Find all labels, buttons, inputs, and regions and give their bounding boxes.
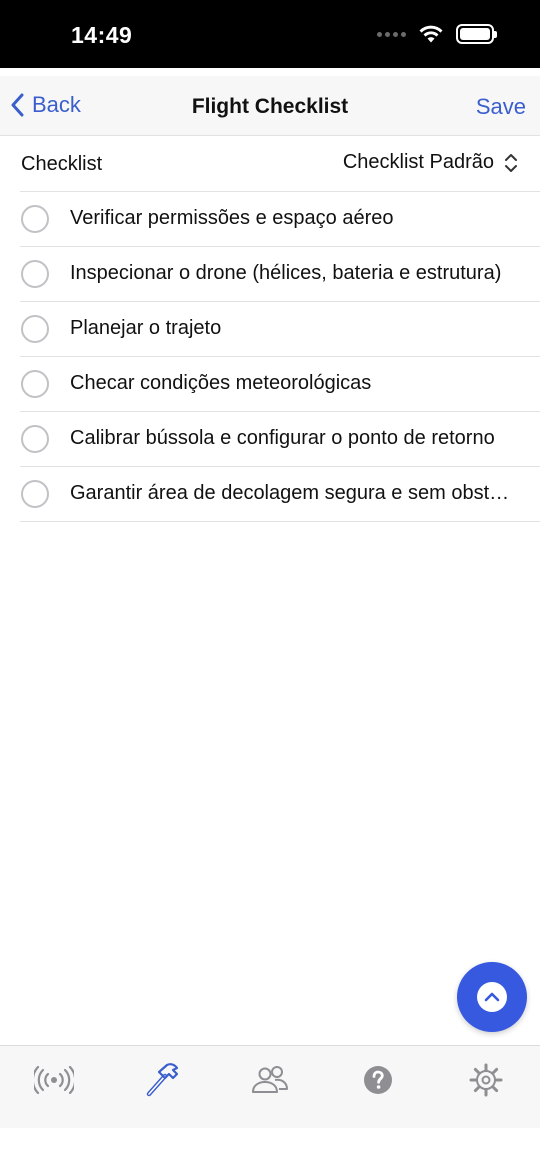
checkbox-circle-icon[interactable] [21, 205, 49, 233]
checklist-item-label: Calibrar bússola e configurar o ponto de… [70, 427, 495, 449]
wifi-icon [419, 25, 443, 43]
tab-help[interactable] [356, 1060, 400, 1100]
cellular-signal-icon [377, 31, 406, 37]
checklist-item-label: Garantir área de decolagem segura e sem … [70, 482, 516, 504]
chevron-up-down-icon [505, 153, 517, 172]
checklist-item-label: Verificar permissões e espaço aéreo [70, 207, 394, 229]
checklist: Verificar permissões e espaço aéreo Insp… [0, 192, 540, 522]
battery-icon [456, 24, 497, 44]
checkbox-circle-icon[interactable] [21, 480, 49, 508]
checklist-item-label: Inspecionar o drone (hélices, bateria e … [70, 262, 502, 284]
gear-icon [469, 1063, 503, 1097]
checkbox-circle-icon[interactable] [21, 260, 49, 288]
broadcast-icon [34, 1066, 74, 1094]
tab-bar [0, 1045, 540, 1128]
checklist-item-label: Planejar o trajeto [70, 317, 222, 339]
people-icon [252, 1066, 288, 1093]
checklist-item[interactable]: Checar condições meteorológicas [0, 357, 540, 412]
tab-tools[interactable] [140, 1060, 184, 1100]
save-button[interactable]: Save [476, 94, 526, 120]
tab-settings[interactable] [464, 1060, 508, 1100]
chevron-up-icon [484, 992, 500, 1002]
checklist-picker[interactable]: Checklist Padrão [343, 151, 518, 174]
checklist-item[interactable]: Calibrar bússola e configurar o ponto de… [0, 412, 540, 467]
checklist-item-label: Checar condições meteorológicas [70, 372, 372, 394]
tab-people[interactable] [248, 1060, 292, 1100]
checklist-item[interactable]: Garantir área de decolagem segura e sem … [0, 467, 540, 522]
picker-label: Checklist [21, 153, 103, 175]
checklist-item[interactable]: Verificar permissões e espaço aéreo [0, 192, 540, 247]
hammer-icon [146, 1063, 179, 1097]
tab-broadcast[interactable] [32, 1060, 76, 1100]
checklist-item[interactable]: Planejar o trajeto [0, 302, 540, 357]
checkbox-circle-icon[interactable] [21, 370, 49, 398]
status-time: 14:49 [71, 22, 133, 48]
status-bar: 14:49 [0, 0, 540, 68]
checklist-item[interactable]: Inspecionar o drone (hélices, bateria e … [0, 247, 540, 302]
scroll-to-top-button[interactable] [457, 962, 527, 1032]
checklist-picker-row: Checklist Checklist Padrão [0, 136, 540, 192]
navigation-bar: Back Flight Checklist Save [0, 76, 540, 136]
status-icons [377, 24, 497, 44]
checkbox-circle-icon[interactable] [21, 315, 49, 343]
picker-value: Checklist Padrão [342, 151, 494, 173]
help-icon [364, 1066, 392, 1094]
checkbox-circle-icon[interactable] [21, 425, 49, 453]
page-title: Flight Checklist [191, 95, 349, 118]
